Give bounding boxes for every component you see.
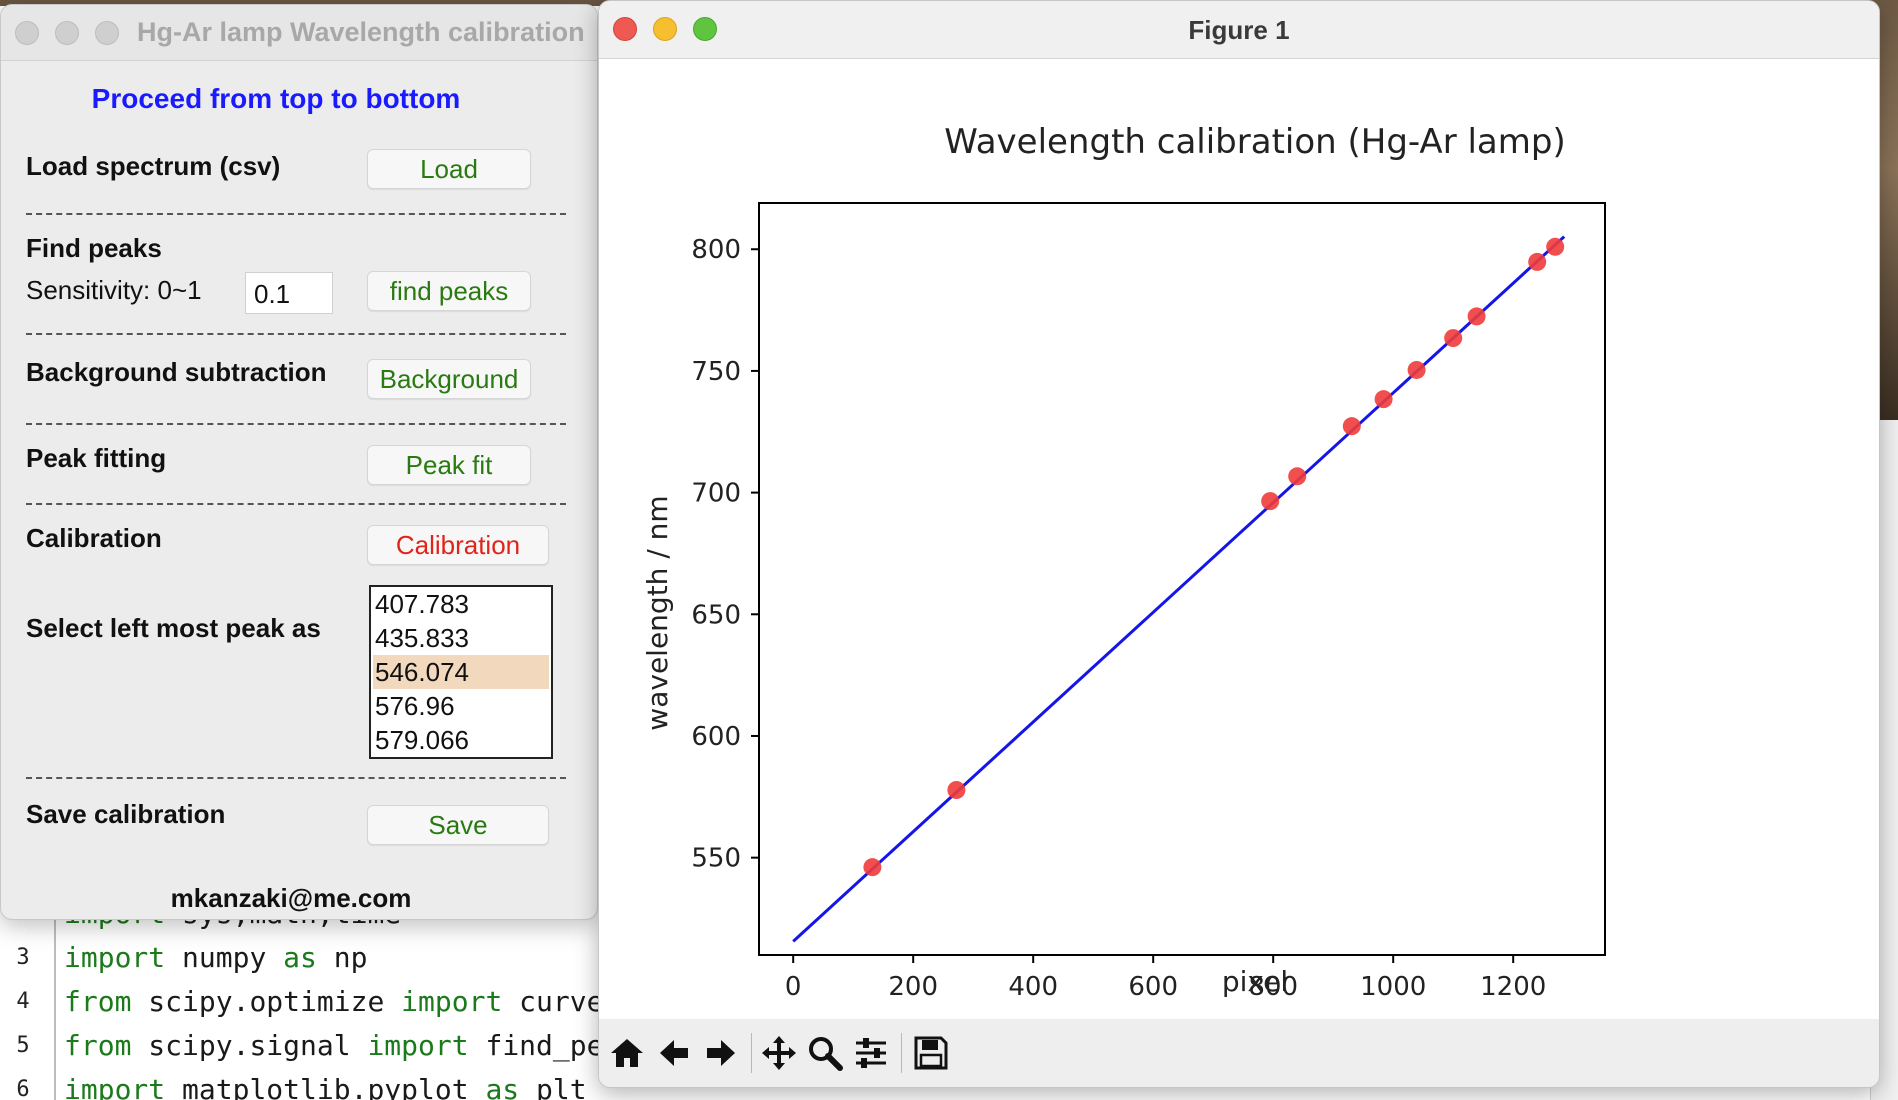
- figure-window: Figure 1 Wavelength calibration (Hg-Ar l…: [598, 0, 1880, 1088]
- sensitivity-input[interactable]: 0.1: [245, 272, 333, 314]
- calibration-button[interactable]: Calibration: [367, 525, 549, 565]
- instruction-text: Proceed from top to bottom: [91, 83, 461, 114]
- y-tick-label: 750: [691, 357, 741, 387]
- y-tick-label: 800: [691, 235, 741, 265]
- separator: [26, 333, 566, 335]
- toolbar-divider: [901, 1033, 902, 1073]
- save-calibration-label: Save calibration: [26, 799, 226, 829]
- separator: [26, 503, 566, 505]
- code-line[interactable]: 6 import matplotlib.pyplot as plt: [0, 1068, 620, 1100]
- data-point: [1467, 307, 1486, 326]
- listbox-item[interactable]: 576.96: [373, 689, 549, 723]
- calibration-plot[interactable]: Wavelength calibration (Hg-Ar lamp) 0 200…: [599, 59, 1880, 1019]
- find-peaks-button[interactable]: find peaks: [367, 271, 531, 311]
- calibration-tool-window: Hg-Ar lamp Wavelength calibration Procee…: [0, 4, 598, 920]
- plot-toolbar: [599, 1019, 1879, 1087]
- tool-window-titlebar[interactable]: Hg-Ar lamp Wavelength calibration: [1, 5, 597, 61]
- listbox-item[interactable]: 407.783: [373, 587, 549, 621]
- data-point: [863, 858, 882, 877]
- author-email: mkanzaki@me.com: [170, 883, 412, 913]
- chart-title: Wavelength calibration (Hg-Ar lamp): [944, 122, 1565, 162]
- data-point: [1288, 467, 1307, 486]
- separator: [26, 423, 566, 425]
- data-point: [1374, 390, 1393, 409]
- code-editor[interactable]: 2import sys,math,time3import numpy as np…: [0, 897, 620, 1100]
- figure-window-titlebar[interactable]: Figure 1: [599, 1, 1879, 59]
- x-tick-label: 200: [888, 972, 938, 1002]
- background-button[interactable]: Background: [367, 359, 531, 399]
- code-text: import numpy as np: [64, 941, 368, 974]
- sensitivity-label: Sensitivity: 0~1: [26, 275, 202, 305]
- data-point: [1407, 360, 1426, 379]
- close-window-button[interactable]: [15, 21, 39, 45]
- x-tick-label: 600: [1128, 972, 1178, 1002]
- pan-icon[interactable]: [759, 1031, 799, 1075]
- peak-fit-button[interactable]: Peak fit: [367, 445, 531, 485]
- listbox-item[interactable]: 579.066: [373, 723, 549, 757]
- y-tick-label: 700: [691, 479, 741, 509]
- zoom-window-button[interactable]: [95, 21, 119, 45]
- save-icon[interactable]: [911, 1031, 951, 1075]
- separator: [26, 777, 566, 779]
- y-axis-label: wavelength / nm: [641, 495, 674, 730]
- x-axis-label: pixel: [1222, 965, 1288, 998]
- listbox-item[interactable]: 435.833: [373, 621, 549, 655]
- line-number: 4: [16, 989, 30, 1014]
- y-tick-label: 650: [691, 600, 741, 630]
- figure-window-title: Figure 1: [1188, 15, 1290, 45]
- code-text: from scipy.signal import find_pe: [64, 1029, 604, 1062]
- data-point: [1261, 492, 1280, 511]
- code-line[interactable]: 5 from scipy.signal import find_pe: [0, 1024, 620, 1068]
- data-point: [1342, 417, 1361, 436]
- configure-icon[interactable]: [851, 1031, 891, 1075]
- zoom-icon[interactable]: [805, 1031, 845, 1075]
- peak-fitting-label: Peak fitting: [26, 443, 167, 473]
- x-tick-label: 1000: [1360, 972, 1426, 1002]
- calibration-label: Calibration: [26, 523, 162, 553]
- minimize-window-button[interactable]: [55, 21, 79, 45]
- load-spectrum-label: Load spectrum (csv): [26, 151, 281, 181]
- background-subtraction-label: Background subtraction: [26, 357, 327, 387]
- listbox-item-selected[interactable]: 546.074: [373, 655, 549, 689]
- y-tick-label: 550: [691, 844, 741, 874]
- code-text: from scipy.optimize import curve_: [64, 985, 621, 1018]
- line-number: 3: [16, 945, 30, 970]
- x-tick-label: 400: [1008, 972, 1058, 1002]
- data-point: [1444, 329, 1463, 348]
- code-line[interactable]: 3 import numpy as np: [0, 936, 620, 980]
- code-line[interactable]: 4 from scipy.optimize import curve_: [0, 980, 620, 1024]
- forward-icon[interactable]: [701, 1031, 741, 1075]
- separator: [26, 213, 566, 215]
- x-tick-label: 1200: [1480, 972, 1546, 1002]
- data-point: [1528, 252, 1547, 271]
- select-peak-label: Select left most peak as: [26, 613, 321, 643]
- line-number: 6: [16, 1077, 30, 1100]
- x-tick-label: 0: [785, 972, 802, 1002]
- back-icon[interactable]: [654, 1031, 694, 1075]
- y-tick-label: 600: [691, 722, 741, 752]
- code-text: import matplotlib.pyplot as plt: [64, 1073, 587, 1100]
- find-peaks-label: Find peaks: [26, 233, 162, 263]
- save-button[interactable]: Save: [367, 805, 549, 845]
- line-number: 5: [16, 1033, 30, 1058]
- tool-window-title: Hg-Ar lamp Wavelength calibration: [137, 17, 585, 47]
- peak-wavelength-listbox[interactable]: 407.783 435.833 546.074 576.96 579.066: [369, 585, 553, 759]
- load-button[interactable]: Load: [367, 149, 531, 189]
- data-point: [947, 780, 966, 799]
- toolbar-divider: [751, 1033, 752, 1073]
- data-point: [1546, 237, 1565, 256]
- home-icon[interactable]: [607, 1031, 647, 1075]
